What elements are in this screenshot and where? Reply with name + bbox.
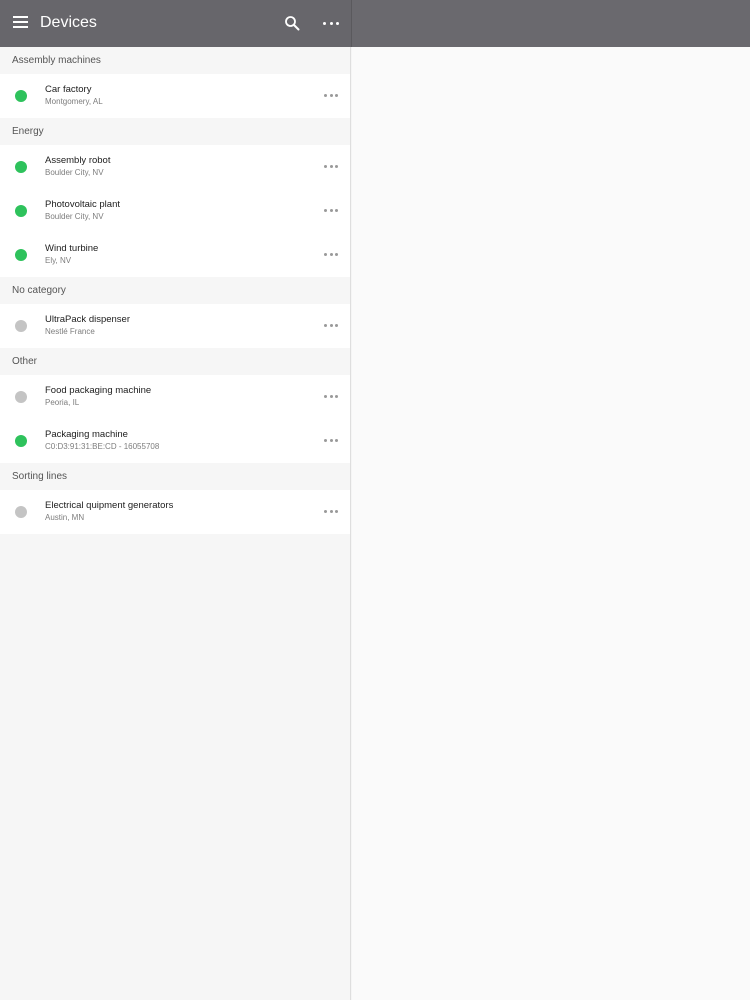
device-list: Food packaging machine Peoria, IL Packag…	[0, 375, 350, 463]
device-location: Boulder City, NV	[45, 168, 104, 177]
device-row[interactable]: UltraPack dispenser Nestlé France	[0, 304, 350, 348]
device-name: Packaging machine	[45, 429, 128, 440]
section-header: Sorting lines	[12, 471, 68, 482]
device-name: UltraPack dispenser	[45, 314, 131, 325]
row-more-icon[interactable]	[324, 509, 338, 513]
device-location: Ely, NV	[45, 256, 72, 265]
status-indicator	[15, 506, 27, 518]
device-section: No category UltraPack dispenser Nestlé F…	[0, 277, 350, 348]
row-more-icon[interactable]	[324, 323, 338, 327]
device-name: Food packaging machine	[45, 385, 152, 396]
more-vert-icon[interactable]	[323, 17, 339, 29]
status-indicator	[15, 205, 27, 217]
status-indicator	[15, 320, 27, 332]
device-location: Montgomery, AL	[45, 97, 103, 106]
status-indicator	[15, 249, 27, 261]
device-name: Car factory	[45, 84, 92, 95]
device-location: Boulder City, NV	[45, 212, 104, 221]
row-more-icon[interactable]	[324, 394, 338, 398]
row-more-icon[interactable]	[324, 164, 338, 168]
menu-icon[interactable]	[13, 16, 28, 28]
device-sections: Assembly machines Car factory Montgomery…	[0, 47, 350, 534]
status-indicator	[15, 161, 27, 173]
device-section: Other Food packaging machine Peoria, IL …	[0, 348, 350, 463]
row-more-icon[interactable]	[324, 208, 338, 212]
device-row[interactable]: Electrical quipment generators Austin, M…	[0, 490, 350, 534]
device-list: Assembly robot Boulder City, NV Photovol…	[0, 145, 350, 277]
device-list: Electrical quipment generators Austin, M…	[0, 490, 350, 534]
row-more-icon[interactable]	[324, 93, 338, 97]
app-bar: Devices	[0, 0, 750, 47]
device-row[interactable]: Assembly robot Boulder City, NV	[0, 145, 350, 189]
device-name: Electrical quipment generators	[45, 500, 174, 511]
section-header: Energy	[12, 126, 44, 137]
page-title: Devices	[40, 14, 97, 31]
device-location: Austin, MN	[45, 513, 85, 522]
device-name: Wind turbine	[45, 243, 99, 254]
device-section: Energy Assembly robot Boulder City, NV P…	[0, 118, 350, 277]
detail-app-bar	[351, 0, 750, 47]
row-more-icon[interactable]	[324, 252, 338, 256]
device-section: Sorting lines Electrical quipment genera…	[0, 463, 350, 534]
device-row[interactable]: Wind turbine Ely, NV	[0, 233, 350, 277]
search-icon[interactable]	[284, 15, 300, 31]
device-section: Assembly machines Car factory Montgomery…	[0, 47, 350, 118]
device-list-panel: Assembly machines Car factory Montgomery…	[0, 47, 351, 1000]
row-more-icon[interactable]	[324, 438, 338, 442]
status-indicator	[15, 435, 27, 447]
device-row[interactable]: Car factory Montgomery, AL	[0, 74, 350, 118]
detail-panel	[352, 47, 750, 1000]
device-location: Peoria, IL	[45, 398, 80, 407]
device-list: Car factory Montgomery, AL	[0, 74, 350, 118]
section-header: Other	[12, 356, 38, 367]
device-row[interactable]: Packaging machine C0:D3:91:31:BE:CD - 16…	[0, 419, 350, 463]
device-row[interactable]: Food packaging machine Peoria, IL	[0, 375, 350, 419]
device-name: Photovoltaic plant	[45, 199, 120, 210]
device-name: Assembly robot	[45, 155, 111, 166]
device-row[interactable]: Photovoltaic plant Boulder City, NV	[0, 189, 350, 233]
device-location: C0:D3:91:31:BE:CD - 16055708	[45, 442, 160, 451]
status-indicator	[15, 391, 27, 403]
device-location: Nestlé France	[45, 327, 95, 336]
status-indicator	[15, 90, 27, 102]
device-list: UltraPack dispenser Nestlé France	[0, 304, 350, 348]
section-header: Assembly machines	[12, 55, 101, 66]
app-bar-left: Devices	[0, 0, 351, 47]
section-header: No category	[12, 285, 66, 296]
